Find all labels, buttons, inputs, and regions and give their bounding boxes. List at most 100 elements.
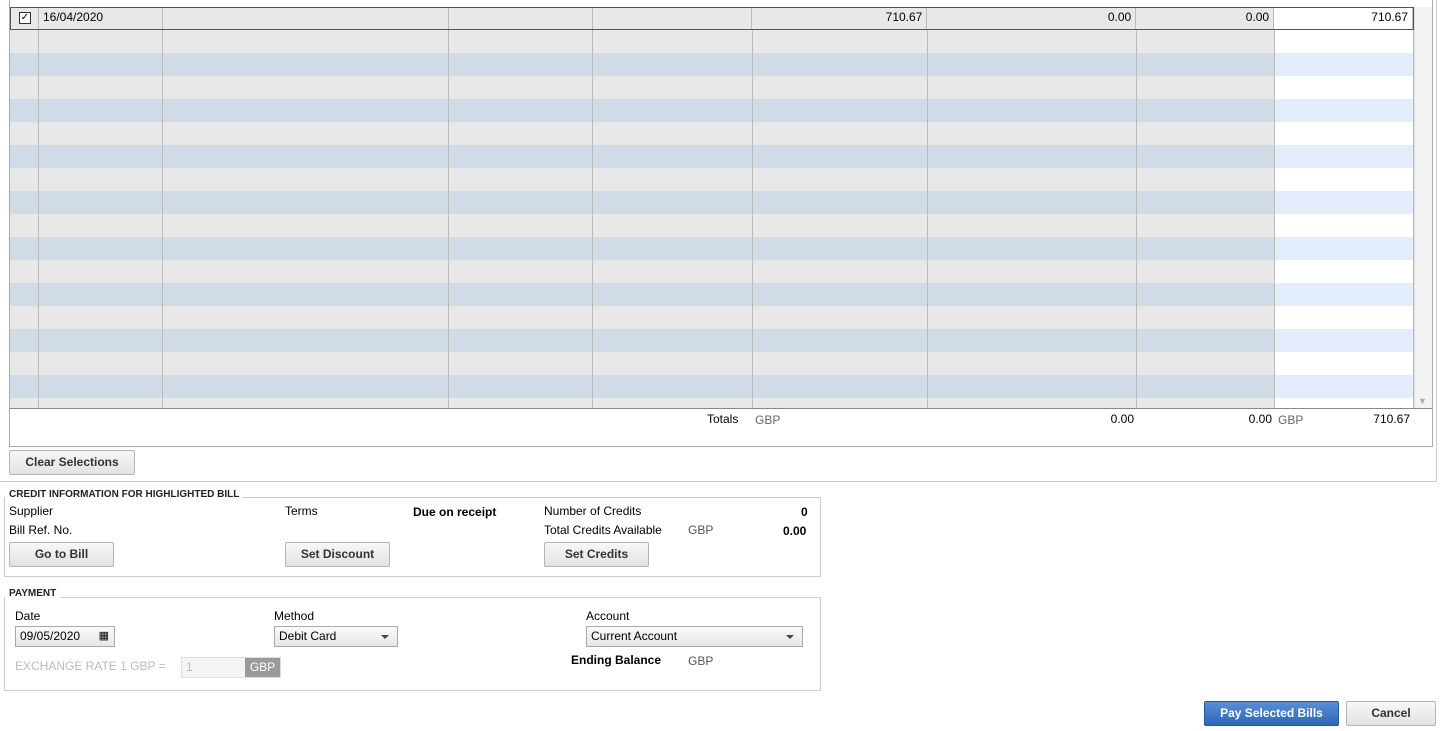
go-to-bill-button[interactable]: Go to Bill [9, 542, 114, 567]
amount-to-pay-cell [1275, 76, 1414, 99]
table-row[interactable] [10, 76, 1414, 99]
amount-to-pay-cell [1275, 329, 1414, 352]
due-date-cell [593, 352, 753, 375]
exchange-rate-field[interactable]: 1 GBP [181, 657, 281, 678]
checkbox-cell[interactable] [10, 30, 39, 53]
ref-cell [449, 53, 593, 76]
table-row[interactable] [10, 283, 1414, 306]
table-row[interactable] [10, 30, 1414, 53]
calendar-icon[interactable]: ▦ [99, 627, 109, 646]
due-date-cell [592, 8, 753, 29]
ref-cell [449, 352, 593, 375]
amount-due-cell [753, 260, 928, 283]
table-row[interactable] [10, 398, 1414, 408]
amount-to-pay-cell [1275, 306, 1414, 329]
amount-due-cell [753, 122, 928, 145]
account-dropdown[interactable]: Current Account [586, 626, 803, 647]
table-row[interactable] [10, 53, 1414, 76]
totals-pay-currency: GBP [1278, 413, 1304, 427]
table-row[interactable] [10, 352, 1414, 375]
credits-cell [1137, 191, 1275, 214]
checkbox-cell[interactable]: ✓ [11, 8, 39, 29]
due-date-cell [593, 329, 753, 352]
date-cell: 16/04/2020 [38, 8, 163, 29]
set-discount-button[interactable]: Set Discount [285, 542, 390, 567]
amount-to-pay-cell [1275, 53, 1414, 76]
table-row[interactable] [10, 237, 1414, 260]
credits-cell [1137, 352, 1275, 375]
date-cell [39, 398, 163, 408]
checkbox-cell[interactable] [10, 214, 39, 237]
table-row[interactable] [10, 145, 1414, 168]
table-row[interactable] [10, 306, 1414, 329]
checkbox-cell[interactable] [10, 283, 39, 306]
cancel-button[interactable]: Cancel [1346, 701, 1436, 726]
due-date-cell [593, 122, 753, 145]
checkbox-cell[interactable] [10, 398, 39, 408]
ref-cell [449, 76, 593, 99]
checkbox-cell[interactable] [10, 375, 39, 398]
exchange-rate-value: 1 [186, 660, 193, 674]
credits-cell [1137, 398, 1275, 408]
table-row[interactable] [10, 260, 1414, 283]
checkbox-cell[interactable] [10, 99, 39, 122]
due-date-cell [593, 191, 753, 214]
amount-to-pay-cell [1275, 352, 1414, 375]
checkbox-cell[interactable] [10, 260, 39, 283]
checkbox-cell[interactable] [10, 168, 39, 191]
pay-selected-bills-button[interactable]: Pay Selected Bills [1204, 701, 1339, 726]
supplier-cell [163, 191, 449, 214]
clear-selections-button[interactable]: Clear Selections [9, 450, 135, 475]
table-row[interactable] [10, 375, 1414, 398]
table-row[interactable] [10, 122, 1414, 145]
checkbox-cell[interactable] [10, 329, 39, 352]
checkbox-cell[interactable] [10, 76, 39, 99]
date-cell [39, 145, 163, 168]
checkbox-cell[interactable] [10, 306, 39, 329]
table-row[interactable] [10, 99, 1414, 122]
date-cell [39, 76, 163, 99]
date-cell [39, 375, 163, 398]
supplier-cell [163, 168, 449, 191]
amount-to-pay-cell [1275, 375, 1414, 398]
credits-cell [1137, 145, 1275, 168]
amount-to-pay-cell [1275, 168, 1414, 191]
date-cell [39, 283, 163, 306]
date-field[interactable]: 09/05/2020 ▦ [15, 626, 115, 647]
credits-cell [1137, 214, 1275, 237]
table-row[interactable] [10, 214, 1414, 237]
exchange-rate-label: EXCHANGE RATE 1 GBP = [15, 659, 166, 673]
table-row[interactable]: ✓ 16/04/2020 710.67 0.00 0.00 710.67 [10, 7, 1414, 30]
discount-cell [928, 168, 1137, 191]
ref-cell [449, 260, 593, 283]
supplier-cell [163, 76, 449, 99]
set-credits-button[interactable]: Set Credits [544, 542, 649, 567]
due-date-cell [593, 53, 753, 76]
checkbox-cell[interactable] [10, 352, 39, 375]
terms-value: Due on receipt [413, 505, 497, 519]
supplier-cell [163, 306, 449, 329]
table-row[interactable] [10, 191, 1414, 214]
supplier-cell [163, 352, 449, 375]
table-row[interactable] [10, 168, 1414, 191]
due-date-cell [593, 76, 753, 99]
checkbox[interactable]: ✓ [19, 12, 31, 24]
number-of-credits-value: 0 [801, 505, 808, 519]
amount-due-cell: 710.67 [752, 8, 928, 29]
checkbox-cell[interactable] [10, 122, 39, 145]
credits-cell [1137, 99, 1275, 122]
table-row[interactable] [10, 329, 1414, 352]
amount-due-cell [753, 375, 928, 398]
credits-cell [1137, 260, 1275, 283]
checkbox-cell[interactable] [10, 53, 39, 76]
due-date-cell [593, 145, 753, 168]
date-value: 09/05/2020 [20, 629, 81, 643]
method-dropdown[interactable]: Debit Card [274, 626, 398, 647]
account-label: Account [586, 609, 630, 623]
amount-due-cell [753, 237, 928, 260]
checkbox-cell[interactable] [10, 237, 39, 260]
chevron-down-icon [381, 635, 389, 639]
checkbox-cell[interactable] [10, 145, 39, 168]
checkbox-cell[interactable] [10, 191, 39, 214]
scrollbar[interactable]: ▼ [1414, 7, 1432, 408]
